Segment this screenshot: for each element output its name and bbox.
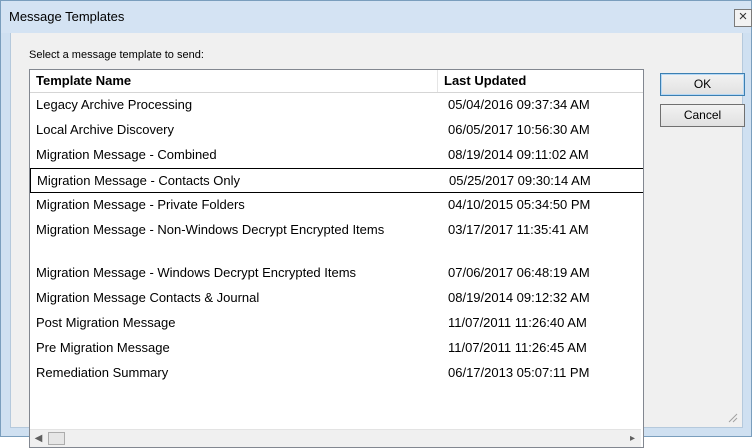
table-row[interactable]: Post Migration Message 11/07/2011 11:26:4…: [30, 311, 643, 336]
last-updated-cell: 06/17/2013 05:07:11 PM: [448, 365, 590, 380]
arrow-left-icon[interactable]: ◀: [30, 430, 47, 447]
ok-button[interactable]: OK: [660, 73, 745, 96]
last-updated-cell: 07/06/2017 06:48:19 AM: [448, 265, 590, 280]
dialog-body: Select a message template to send: Templ…: [10, 33, 745, 448]
last-updated-cell: 03/17/2017 11:35:41 AM: [448, 222, 589, 237]
last-updated-cell: 08/19/2014 09:11:02 AM: [448, 147, 589, 162]
table-row[interactable]: Local Archive Discovery 06/05/2017 10:56:…: [30, 118, 643, 143]
scrollbar-thumb[interactable]: [48, 432, 65, 445]
last-updated-cell: 05/04/2016 09:37:34 AM: [448, 97, 590, 112]
table-row[interactable]: Migration Message - Windows Decrypt Encr…: [30, 261, 643, 286]
template-list[interactable]: Template Name Last Updated Legacy Archiv…: [29, 69, 644, 448]
title-bar[interactable]: Message Templates ×: [1, 1, 752, 33]
table-row[interactable]: Migration Message Contacts & Journal 08/1…: [30, 286, 643, 311]
last-updated-cell: 11/07/2011 11:26:40 AM: [448, 315, 587, 330]
template-name-cell: Remediation Summary: [36, 365, 169, 380]
table-row[interactable]: Migration Message - Private Folders 04/10…: [30, 193, 643, 218]
table-row[interactable]: Migration Message - Contacts Only 05/25/2…: [30, 168, 643, 193]
column-header-template-name[interactable]: Template Name: [30, 70, 438, 92]
template-name-cell: Post Migration Message: [36, 315, 176, 330]
resize-grip-icon[interactable]: [728, 413, 738, 423]
template-name-cell: Migration Message - Private Folders: [36, 197, 245, 212]
column-header-last-updated[interactable]: Last Updated: [438, 70, 643, 92]
dialog-title: Message Templates: [9, 9, 125, 24]
template-name-cell: Migration Message - Contacts Only: [37, 173, 241, 188]
table-row[interactable]: Pre Migration Message 11/07/2011 11:26:45…: [30, 336, 643, 361]
table-row[interactable]: Migration Message - Combined 08/19/2014 0…: [30, 143, 643, 168]
template-name-cell: Local Archive Discovery: [36, 122, 174, 137]
template-name-cell: Migration Message - Combined: [36, 147, 217, 162]
list-header: Template Name Last Updated: [30, 70, 643, 93]
last-updated-cell: 08/19/2014 09:12:32 AM: [448, 290, 590, 305]
template-name-cell: Pre Migration Message: [36, 340, 170, 355]
table-row[interactable]: Legacy Archive Processing 05/04/2016 09:3…: [30, 93, 643, 118]
close-icon: ×: [738, 8, 748, 25]
last-updated-cell: 05/25/2017 09:30:14 AM: [449, 173, 591, 188]
horizontal-scrollbar[interactable]: ◀ ▸: [30, 429, 641, 447]
template-name-cell: Legacy Archive Processing: [36, 97, 193, 112]
table-row[interactable]: Remediation Summary 06/17/2013 05:07:11 P…: [30, 361, 643, 386]
arrow-right-icon[interactable]: ▸: [624, 430, 641, 447]
close-button[interactable]: ×: [734, 9, 752, 27]
table-row[interactable]: Migration Message - Non-Windows Decrypt …: [30, 218, 643, 261]
message-templates-dialog: Message Templates × Select a message tem…: [0, 0, 752, 448]
instruction-label: Select a message template to send:: [29, 49, 204, 61]
template-name-cell: Migration Message - Windows Decrypt Encr…: [36, 265, 357, 280]
last-updated-cell: 04/10/2015 05:34:50 PM: [448, 197, 591, 212]
last-updated-cell: 11/07/2011 11:26:45 AM: [448, 340, 587, 355]
template-name-cell: Migration Message Contacts & Journal: [36, 290, 260, 305]
template-name-cell: Migration Message - Non-Windows Decrypt …: [36, 222, 385, 237]
cancel-button[interactable]: Cancel: [660, 104, 745, 127]
last-updated-cell: 06/05/2017 10:56:30 AM: [448, 122, 590, 137]
